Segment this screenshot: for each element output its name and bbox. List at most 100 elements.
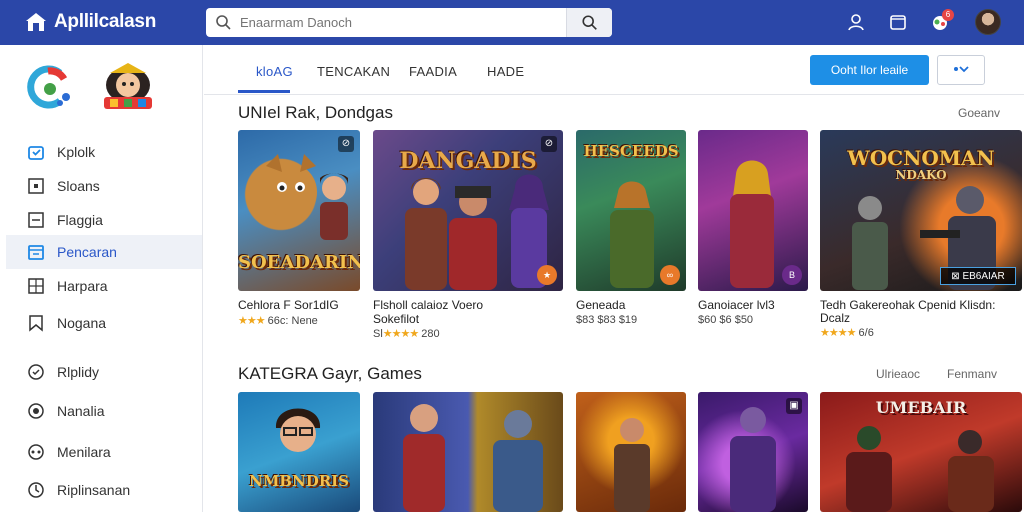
sort-link[interactable]: Fenmanv — [947, 367, 997, 381]
sidebar-item-label: Menilara — [57, 444, 111, 460]
game-price: $83 $83 $19 — [576, 314, 638, 326]
game-subtitle: Sokefilot — [373, 312, 420, 326]
character-art-icon — [320, 173, 348, 240]
bag-icon — [28, 146, 44, 160]
bookmark-icon[interactable]: ▣ — [786, 398, 802, 414]
primary-action-button[interactable]: Ooht Ilor leaile — [810, 55, 929, 85]
character-art-icon — [614, 418, 650, 512]
game-title[interactable]: Ganoiacer lvl3 — [698, 298, 775, 312]
game-card-1[interactable]: SOEADARIN ⊘ — [238, 130, 360, 291]
game-title[interactable]: Flsholl calaioz Voero — [373, 298, 483, 312]
character-art-icon — [449, 186, 497, 290]
platform-badge: ⊠ EB6AIAR — [940, 267, 1016, 285]
game-card-3[interactable]: HESCEEDS ∞ — [576, 130, 686, 291]
sidebar-item-label: Pencaran — [57, 244, 117, 260]
search-button[interactable] — [566, 8, 612, 37]
sidebar-item-nogana[interactable]: Nogana — [6, 306, 202, 340]
app-logo[interactable]: Apllilcalasn — [24, 10, 156, 34]
game-badge-icon: B — [782, 265, 802, 285]
sidebar-item-riplinsanan[interactable]: Riplinsanan — [6, 473, 202, 507]
tab-kloag[interactable]: kloAG — [256, 64, 293, 79]
top-app-bar: Apllilcalasn 6 — [0, 0, 1024, 45]
bookmark-icon[interactable]: ⊘ — [541, 136, 557, 152]
sidebar-item-kplolk[interactable]: Kplolk — [6, 135, 202, 169]
bookmark-icon[interactable]: ⊘ — [338, 136, 354, 152]
sidebar-item-harpara[interactable]: Harpara — [6, 269, 202, 303]
character-art-icon — [852, 196, 888, 290]
character-art-icon — [493, 410, 543, 512]
game-subtitle: Dcalz — [820, 311, 851, 325]
brand-logo-icon[interactable] — [24, 63, 72, 111]
home-icon — [26, 13, 46, 31]
see-all-link[interactable]: Goeanv — [958, 106, 1000, 120]
character-art-icon — [846, 426, 892, 512]
game-mascot-icon[interactable] — [100, 61, 156, 113]
game-card-2[interactable]: DANGADIS ⊘ ★ — [373, 130, 563, 291]
game-cover-title: WOCNOMAN — [847, 146, 995, 170]
search-input[interactable] — [240, 15, 560, 30]
game-price: $60 $6 $50 — [698, 314, 754, 326]
filter-link[interactable]: Ulrieaoc — [876, 367, 920, 381]
game-cover-subtitle: NDAKO — [895, 168, 947, 182]
game-rating: Sl★★★★ 280 — [373, 328, 440, 340]
active-tab-indicator — [238, 90, 290, 93]
game-card-6[interactable]: NMBNDRIS — [238, 392, 360, 512]
game-badge-icon: ∞ — [660, 265, 680, 285]
tab-hade[interactable]: HADE — [487, 64, 524, 79]
game-title[interactable]: Geneada — [576, 298, 625, 312]
sidebar-item-label: Kplolk — [57, 144, 96, 160]
sidebar-item-label: Nogana — [57, 315, 107, 331]
character-art-icon — [730, 160, 774, 288]
game-card-4[interactable]: B — [698, 130, 808, 291]
sidebar-item-flaggia[interactable]: Flaggia — [6, 203, 202, 237]
game-card-9[interactable]: ▣ — [698, 392, 808, 512]
game-card-7[interactable] — [373, 392, 563, 512]
game-cover-title: SOEADARIN — [238, 252, 360, 273]
character-art-icon — [730, 407, 776, 512]
sidebar-item-rlplidy[interactable]: Rlplidy — [6, 355, 202, 389]
sidebar-item-label: Harpara — [57, 278, 108, 294]
user-icon[interactable] — [846, 12, 866, 32]
game-card-10[interactable]: UMEBAIR — [820, 392, 1022, 512]
game-rating: ★★★ 66c: Nene — [238, 315, 318, 327]
avatar[interactable] — [975, 9, 1001, 35]
sidebar-item-menilara[interactable]: Menilara — [6, 435, 202, 469]
game-cover-title: DANGADIS — [399, 148, 537, 174]
character-art-icon — [403, 404, 445, 512]
puzzle-icon — [28, 444, 44, 460]
sidebar-item-pencaran[interactable]: Pencaran — [6, 235, 202, 269]
square-icon — [28, 178, 44, 194]
section-title: KATEGRA Gayr, Games — [238, 364, 422, 383]
game-title[interactable]: Cehlora F Sor1dIG — [238, 298, 339, 312]
chevron-down-icon — [954, 66, 969, 73]
game-title[interactable]: Tedh Gakereohak Cpenid Klisdn: — [820, 298, 995, 312]
sidebar-item-label: Riplinsanan — [57, 482, 131, 498]
tab-tencakan[interactable]: TENCAKAN — [317, 64, 390, 79]
sidebar-item-label: Rlplidy — [57, 364, 100, 380]
options-button[interactable] — [937, 55, 985, 85]
sidebar-item-sloans[interactable]: Sloans — [6, 169, 202, 203]
game-card-5[interactable]: WOCNOMAN NDAKO ⊠ EB6AIAR — [820, 130, 1022, 291]
window-icon[interactable] — [888, 12, 908, 32]
game-cover-title: HESCEEDS — [583, 142, 679, 160]
sidebar-item-label: Flaggia — [57, 212, 103, 228]
shield-icon — [28, 482, 44, 498]
character-art-icon — [948, 430, 994, 512]
sidebar-item-label: Nanalia — [57, 403, 105, 419]
app-title: Apllilcalasn — [54, 11, 156, 32]
game-card-8[interactable] — [576, 392, 686, 512]
search-bar — [206, 8, 612, 37]
badge-icon — [28, 403, 44, 419]
search-icon — [216, 14, 231, 30]
tab-faadia[interactable]: FAADIA — [409, 64, 457, 79]
game-cover-title: NMBNDRIS — [248, 472, 350, 490]
sidebar: Kplolk Sloans Flaggia Pencaran Harpara N… — [0, 45, 203, 512]
bookmark-icon — [29, 315, 43, 332]
search-icon — [581, 14, 597, 30]
character-art-icon — [610, 181, 654, 288]
game-cover-title: UMEBAIR — [875, 398, 967, 417]
game-badge-icon: ★ — [537, 265, 557, 285]
sidebar-item-nanalia[interactable]: Nanalia — [6, 394, 202, 428]
notification-badge: 6 — [942, 9, 954, 21]
grid-icon — [28, 278, 44, 294]
